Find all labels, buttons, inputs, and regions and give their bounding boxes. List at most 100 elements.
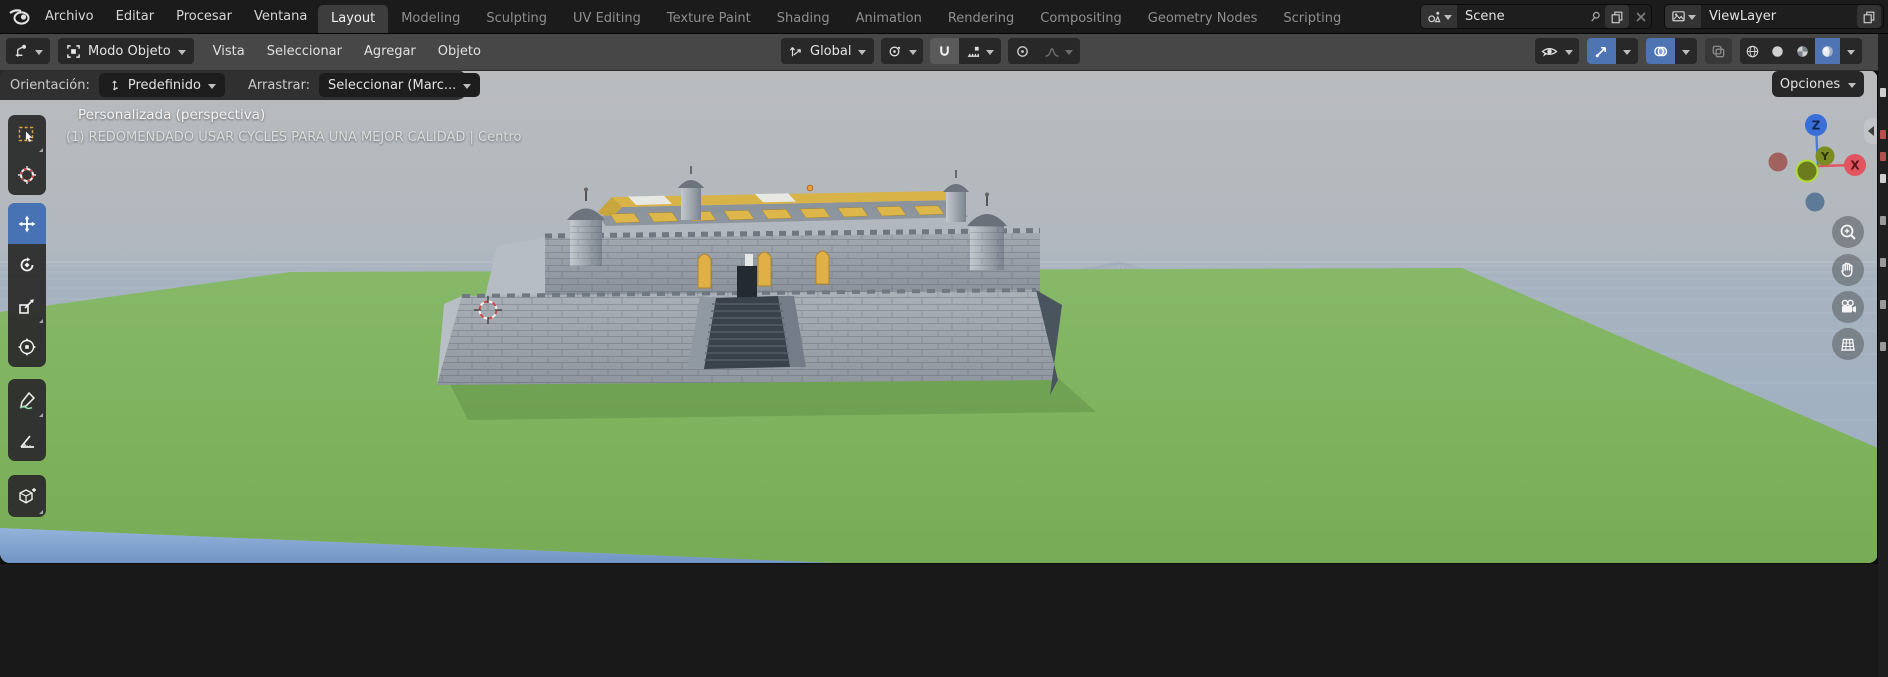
rotate-icon bbox=[17, 255, 37, 275]
menu-objeto[interactable]: Objeto bbox=[427, 39, 492, 64]
subtool-indicator bbox=[39, 413, 43, 417]
annotate-pencil-icon bbox=[17, 390, 37, 410]
object-mode-icon bbox=[66, 44, 81, 59]
visibility-dropdown[interactable] bbox=[1535, 38, 1579, 64]
viewport-3d[interactable]: Personalizada (perspectiva) (1) REDOMEND… bbox=[0, 70, 1878, 563]
pivot-point-dropdown[interactable] bbox=[881, 38, 923, 64]
svg-text:Y: Y bbox=[1820, 150, 1830, 163]
shading-solid-button[interactable] bbox=[1765, 38, 1790, 64]
falloff-curve-icon bbox=[1044, 44, 1060, 59]
proportional-falloff-dropdown[interactable] bbox=[1037, 38, 1080, 64]
toggle-orthographic-button[interactable] bbox=[1832, 328, 1864, 360]
tab-texture-paint[interactable]: Texture Paint bbox=[654, 5, 764, 33]
view-name-overlay: Personalizada (perspectiva) bbox=[78, 107, 265, 123]
tab-compositing[interactable]: Compositing bbox=[1027, 5, 1135, 33]
editor-type-button[interactable] bbox=[6, 38, 50, 64]
menu-archivo[interactable]: Archivo bbox=[34, 4, 105, 29]
subtool-indicator bbox=[39, 319, 43, 323]
snap-toggle[interactable] bbox=[930, 38, 959, 64]
viewport-editor-icon bbox=[13, 44, 28, 59]
chevron-down-icon bbox=[986, 50, 994, 55]
tab-geometry-nodes[interactable]: Geometry Nodes bbox=[1135, 5, 1271, 33]
grid-perspective-icon bbox=[1838, 334, 1858, 354]
material-preview-icon bbox=[1795, 44, 1810, 59]
overlays-options-dropdown[interactable] bbox=[1675, 38, 1697, 64]
menu-vista[interactable]: Vista bbox=[202, 39, 256, 64]
viewport-menus: Vista Seleccionar Agregar Objeto bbox=[202, 39, 492, 64]
scene-name[interactable]: Scene bbox=[1457, 9, 1585, 24]
tab-animation[interactable]: Animation bbox=[843, 5, 935, 33]
gizmo-axis-neg-z[interactable] bbox=[1806, 193, 1825, 212]
xray-toggle[interactable] bbox=[1705, 38, 1732, 64]
tool-move[interactable] bbox=[8, 203, 46, 244]
zoom-button[interactable] bbox=[1832, 216, 1864, 248]
tool-add-cube[interactable] bbox=[8, 475, 46, 517]
tab-shading[interactable]: Shading bbox=[764, 5, 843, 33]
tab-modeling[interactable]: Modeling bbox=[388, 5, 473, 33]
gizmo-options-dropdown[interactable] bbox=[1616, 38, 1638, 64]
mode-selector[interactable]: Modo Objeto bbox=[58, 38, 194, 64]
viewport-header-right bbox=[1535, 38, 1862, 64]
options-dropdown[interactable]: Opciones bbox=[1772, 71, 1864, 97]
tool-cursor[interactable] bbox=[8, 155, 46, 195]
zoom-icon bbox=[1838, 222, 1858, 242]
view-layer-name[interactable]: ViewLayer bbox=[1701, 9, 1857, 24]
menu-procesar[interactable]: Procesar bbox=[165, 4, 243, 29]
gizmo-axis-neg-y[interactable] bbox=[1797, 161, 1818, 182]
chevron-down-icon bbox=[208, 84, 216, 89]
blender-logo-icon[interactable] bbox=[8, 6, 32, 27]
menu-editar[interactable]: Editar bbox=[105, 4, 166, 29]
sidebar-expand-tab[interactable] bbox=[1864, 118, 1878, 144]
eye-icon bbox=[1541, 44, 1558, 59]
orientation-label: Global bbox=[810, 44, 851, 59]
tool-scale[interactable] bbox=[8, 285, 46, 326]
object-origin-dot[interactable] bbox=[807, 185, 813, 191]
magnet-icon bbox=[937, 44, 952, 59]
scene-browse-button[interactable] bbox=[1421, 5, 1457, 28]
gizmo-axis-z[interactable]: Z bbox=[1805, 114, 1827, 136]
tab-sculpting[interactable]: Sculpting bbox=[473, 5, 560, 33]
snap-target-dropdown[interactable] bbox=[959, 38, 1001, 64]
proportional-edit-toggle[interactable] bbox=[1008, 38, 1037, 64]
menu-seleccionar[interactable]: Seleccionar bbox=[256, 39, 353, 64]
gizmo-axis-neg-x[interactable] bbox=[1769, 153, 1788, 172]
tool-annotate[interactable] bbox=[8, 379, 46, 420]
shading-wireframe-button[interactable] bbox=[1740, 38, 1765, 64]
shading-options-dropdown[interactable] bbox=[1840, 38, 1862, 64]
show-gizmo-toggle[interactable] bbox=[1587, 38, 1616, 64]
tab-uv-editing[interactable]: UV Editing bbox=[560, 5, 654, 33]
show-overlays-toggle[interactable] bbox=[1646, 38, 1675, 64]
shading-material-button[interactable] bbox=[1790, 38, 1815, 64]
tool-rotate[interactable] bbox=[8, 244, 46, 285]
gizmo-axis-x[interactable]: X bbox=[1844, 154, 1866, 176]
tab-scripting[interactable]: Scripting bbox=[1270, 5, 1354, 33]
viewport-header: Modo Objeto Vista Seleccionar Agregar Ob… bbox=[0, 33, 1878, 71]
new-scene-button[interactable] bbox=[1605, 5, 1629, 28]
editor-edge-strip[interactable] bbox=[1877, 33, 1888, 677]
chevron-left-icon bbox=[1868, 126, 1874, 136]
unlink-scene-button[interactable] bbox=[1631, 11, 1651, 23]
rendered-icon bbox=[1820, 44, 1835, 59]
tab-layout[interactable]: Layout bbox=[318, 5, 388, 33]
tool-transform[interactable] bbox=[8, 326, 46, 367]
tab-rendering[interactable]: Rendering bbox=[935, 5, 1027, 33]
view-layer-browse-button[interactable] bbox=[1665, 5, 1701, 28]
new-view-layer-button[interactable] bbox=[1857, 5, 1881, 28]
drag-mode-dropdown[interactable]: Seleccionar (Marc... bbox=[319, 73, 480, 97]
chevron-down-icon bbox=[858, 50, 866, 55]
pan-button[interactable] bbox=[1832, 254, 1864, 286]
gizmo-axis-y[interactable]: Y bbox=[1816, 147, 1835, 166]
tool-settings-bar: Orientación: Predefinido Arrastrar: Sele… bbox=[0, 70, 468, 100]
menu-agregar[interactable]: Agregar bbox=[353, 39, 427, 64]
transform-orientation-dropdown[interactable]: Global bbox=[781, 38, 874, 64]
axis-gizmo[interactable]: Z Y X bbox=[1768, 95, 1868, 215]
blender-window: Archivo Editar Procesar Ventana Ayuda La… bbox=[0, 0, 1888, 677]
pin-icon[interactable] bbox=[1585, 10, 1605, 24]
camera-view-button[interactable] bbox=[1832, 291, 1864, 323]
menu-ventana[interactable]: Ventana bbox=[243, 4, 318, 29]
tool-select-box[interactable] bbox=[8, 115, 46, 155]
shading-rendered-button[interactable] bbox=[1815, 38, 1840, 64]
subtool-indicator bbox=[39, 148, 43, 152]
orientation-preset-dropdown[interactable]: Predefinido bbox=[99, 73, 225, 97]
tool-measure[interactable] bbox=[8, 420, 46, 461]
